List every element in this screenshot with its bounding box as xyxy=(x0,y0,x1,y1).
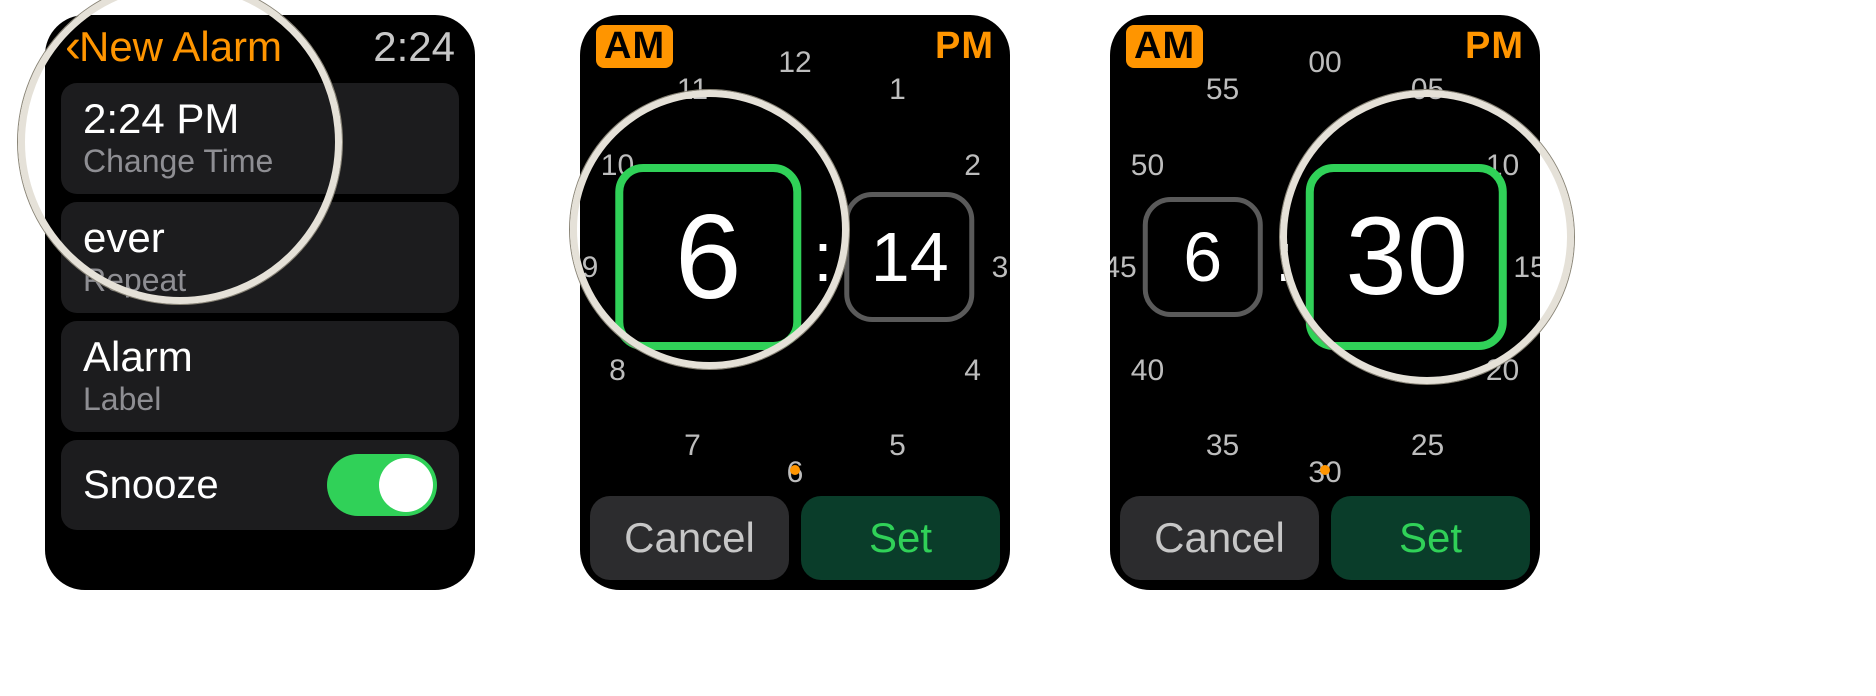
dial-number: 3 xyxy=(992,251,1009,285)
dial-number: 4 xyxy=(964,354,981,388)
dial-number: 20 xyxy=(1486,354,1519,388)
dial-number: 11 xyxy=(677,73,708,107)
dial-number: 40 xyxy=(1131,354,1164,388)
minute-value: 14 xyxy=(871,217,949,297)
header: ‹ New Alarm 2:24 xyxy=(45,15,475,75)
back-label: New Alarm xyxy=(79,23,282,71)
change-time-value: 2:24 PM xyxy=(83,97,437,141)
repeat-cell[interactable]: ever Repeat xyxy=(61,202,459,313)
alarm-settings-screen: ‹ New Alarm 2:24 2:24 PM Change Time eve… xyxy=(45,15,475,590)
time-picker-hour-screen: AM PM 121234567891011 6 : 14 Cancel Set xyxy=(580,15,1010,590)
dial-number: 15 xyxy=(1513,251,1540,285)
dial-number: 35 xyxy=(1206,429,1239,463)
button-row: Cancel Set xyxy=(590,496,1000,580)
set-button[interactable]: Set xyxy=(801,496,1000,580)
dial-number: 25 xyxy=(1411,429,1444,463)
dial-number: 7 xyxy=(684,429,701,463)
time-display: 6 : 30 xyxy=(1143,164,1507,350)
time-display: 6 : 14 xyxy=(615,164,974,350)
dial-number: 5 xyxy=(889,429,906,463)
minute-box[interactable]: 30 xyxy=(1306,164,1507,350)
minute-value: 30 xyxy=(1346,193,1468,320)
back-button[interactable]: ‹ New Alarm xyxy=(65,23,282,71)
hour-value: 6 xyxy=(675,188,742,326)
hour-value: 6 xyxy=(1183,217,1222,297)
dial-number: 00 xyxy=(1308,46,1341,80)
crown-indicator-icon xyxy=(1320,465,1330,475)
dial-number: 8 xyxy=(609,354,626,388)
toggle-knob xyxy=(379,458,433,512)
time-picker-minute-screen: AM PM 000510152025303540455055 6 : 30 Ca… xyxy=(1110,15,1540,590)
change-time-cell[interactable]: 2:24 PM Change Time xyxy=(61,83,459,194)
label-value: Alarm xyxy=(83,335,437,379)
set-button[interactable]: Set xyxy=(1331,496,1530,580)
crown-indicator-icon xyxy=(790,465,800,475)
colon-icon: : xyxy=(813,217,832,297)
colon-icon: : xyxy=(1275,217,1294,297)
label-cell[interactable]: Alarm Label xyxy=(61,321,459,432)
hour-box[interactable]: 6 xyxy=(615,164,801,350)
repeat-value: ever xyxy=(83,216,437,260)
snooze-toggle[interactable] xyxy=(327,454,437,516)
snooze-cell[interactable]: Snooze xyxy=(61,440,459,530)
dial-number: 1 xyxy=(889,73,906,107)
dial-number: 12 xyxy=(778,46,811,80)
cancel-button[interactable]: Cancel xyxy=(590,496,789,580)
hour-box[interactable]: 6 xyxy=(1143,197,1263,317)
dial-number: 05 xyxy=(1411,73,1444,107)
change-time-sub: Change Time xyxy=(83,143,437,180)
repeat-sub: Repeat xyxy=(83,262,437,299)
cancel-button[interactable]: Cancel xyxy=(1120,496,1319,580)
minute-box[interactable]: 14 xyxy=(845,192,975,322)
button-row: Cancel Set xyxy=(1120,496,1530,580)
dial-number: 45 xyxy=(1110,251,1137,285)
dial-number: 9 xyxy=(582,251,599,285)
label-sub: Label xyxy=(83,381,437,418)
snooze-label: Snooze xyxy=(83,464,219,506)
dial-number: 55 xyxy=(1206,73,1239,107)
status-clock: 2:24 xyxy=(373,23,455,71)
